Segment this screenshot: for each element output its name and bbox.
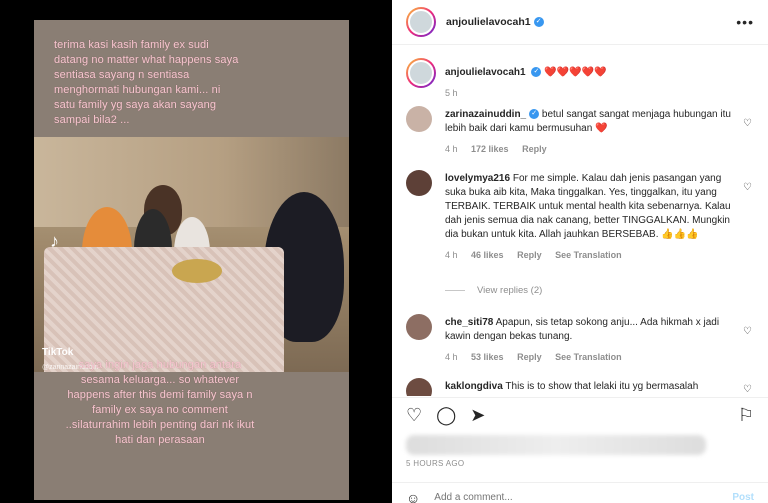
instagram-post-modal: terima kasi kasih family ex sudi datang … <box>0 0 768 503</box>
like-heart-icon[interactable]: ♡ <box>743 326 752 337</box>
comment-icon[interactable]: ◯ <box>436 405 456 426</box>
header-username[interactable]: anjoulielavocah1 <box>446 16 531 28</box>
verified-icon: ✓ <box>533 17 544 27</box>
post-video[interactable]: terima kasi kasih family ex sudi datang … <box>34 20 349 500</box>
emoji-icon[interactable]: ☺ <box>406 490 420 503</box>
more-horizontal-icon[interactable]: ••• <box>736 14 754 30</box>
view-replies-button[interactable]: View replies (2) <box>445 285 542 296</box>
reply-button[interactable]: Reply <box>517 250 542 260</box>
comment-username[interactable]: kaklongdiva <box>445 381 503 392</box>
comment-text: This is to show that lelaki itu yg berma… <box>502 381 699 392</box>
post-sidebar: anjoulielavocah1 ✓ ••• anjoulielavocah1 … <box>392 0 768 503</box>
tiktok-watermark: TikTok <box>42 347 74 358</box>
avatar[interactable] <box>406 7 436 37</box>
see-translation-button[interactable]: See Translation <box>555 352 622 362</box>
comment-likes[interactable]: 46 likes <box>471 250 504 260</box>
avatar[interactable] <box>406 378 432 396</box>
comment-username[interactable]: zarinazainuddin_ <box>445 109 526 120</box>
avatar[interactable] <box>406 314 432 340</box>
heart-icon[interactable]: ♡ <box>406 405 422 426</box>
post-actions: ♡ ◯ ➤ ⚐ <box>392 397 768 433</box>
share-icon[interactable]: ➤ <box>470 405 485 426</box>
comment-likes[interactable]: 53 likes <box>471 352 504 362</box>
post-time: 5 HOURS AGO <box>406 459 465 468</box>
comments-list: anjoulielavocah1 ✓ ❤️❤️❤️❤️❤️ 5 h zarina… <box>392 46 768 396</box>
verified-icon: ✓ <box>529 109 540 120</box>
reply-button[interactable]: Reply <box>522 144 547 154</box>
video-caption-bottom: saya ingin jaga hubungan antara sesama k… <box>65 359 255 446</box>
post-header: anjoulielavocah1 ✓ ••• <box>392 0 768 45</box>
avatar[interactable] <box>406 106 432 132</box>
avatar[interactable] <box>406 170 432 196</box>
caption-username[interactable]: anjoulielavocah1 <box>445 67 526 78</box>
dining-table <box>44 247 284 372</box>
media-pane: terima kasi kasih family ex sudi datang … <box>0 0 392 503</box>
bookmark-icon[interactable]: ⚐ <box>738 405 754 426</box>
comment-input[interactable] <box>434 492 685 503</box>
verified-icon: ✓ <box>531 67 542 78</box>
divider <box>445 289 465 291</box>
see-translation-button[interactable]: See Translation <box>555 250 622 260</box>
caption-time: 5 h <box>445 88 458 98</box>
caption-text: ❤️❤️❤️❤️❤️ <box>544 67 607 78</box>
like-heart-icon[interactable]: ♡ <box>743 182 752 193</box>
family-photo: ♪ TikTok @zarinazainuddin <box>34 137 349 372</box>
reply-button[interactable]: Reply <box>517 352 542 362</box>
comment-time: 4 h <box>445 250 458 260</box>
post-button[interactable]: Post <box>732 492 754 503</box>
tiktok-icon: ♪ <box>50 231 59 251</box>
avatar[interactable] <box>406 58 436 88</box>
comment-time: 4 h <box>445 352 458 362</box>
comment-username[interactable]: lovelymya216 <box>445 173 510 184</box>
comment-time: 4 h <box>445 144 458 154</box>
like-heart-icon[interactable]: ♡ <box>743 384 752 395</box>
likes-blurred <box>406 435 706 455</box>
video-caption-top: terima kasi kasih family ex sudi datang … <box>54 39 239 126</box>
comment-username[interactable]: che_siti78 <box>445 317 493 328</box>
add-comment-bar: ☺ Post <box>392 482 768 503</box>
comment-likes[interactable]: 172 likes <box>471 144 509 154</box>
like-heart-icon[interactable]: ♡ <box>743 118 752 129</box>
